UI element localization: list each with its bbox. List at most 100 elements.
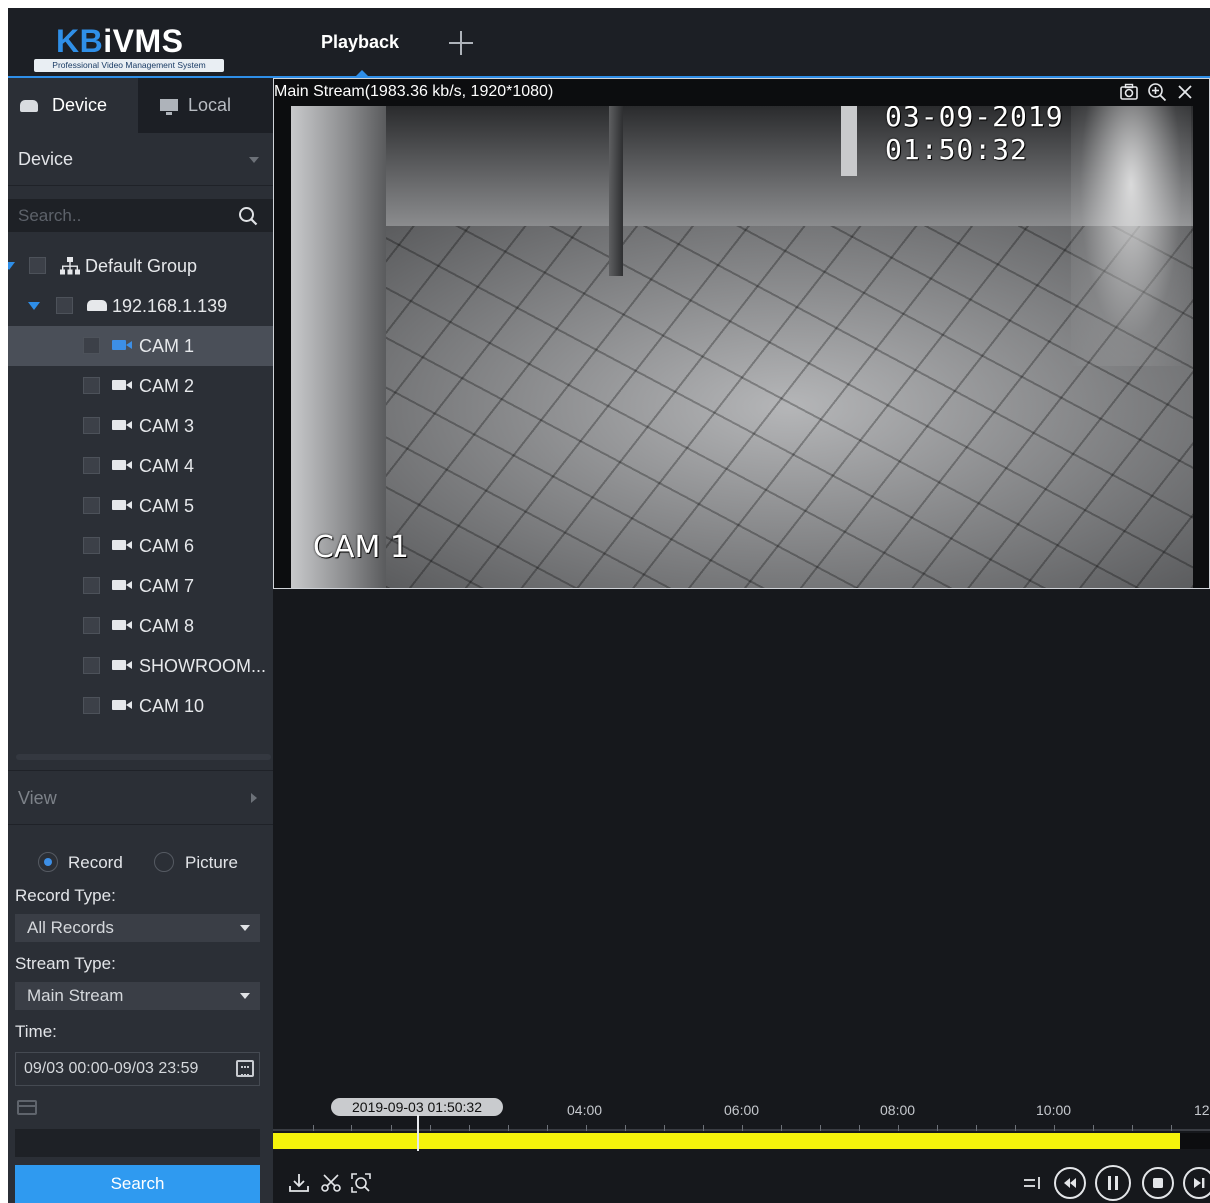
camera-icon (112, 420, 132, 430)
search-icon[interactable] (238, 206, 258, 226)
camera-icon (112, 380, 132, 390)
snapshot-icon[interactable] (1119, 82, 1139, 102)
search-box (8, 199, 273, 232)
timeline-minor-tick (1015, 1125, 1016, 1131)
record-type-dropdown[interactable]: All Records (15, 914, 260, 942)
checkbox[interactable] (83, 417, 100, 434)
stream-type-dropdown[interactable]: Main Stream (15, 982, 260, 1010)
card-icon[interactable] (17, 1100, 37, 1115)
pause-button[interactable] (1095, 1165, 1131, 1201)
close-icon[interactable] (1175, 82, 1195, 102)
tree-camera-row[interactable]: SHOWROOM... (8, 646, 273, 686)
timeline-tick-label: 04:00 (567, 1102, 603, 1118)
search-button[interactable]: Search (15, 1165, 260, 1203)
radio-record[interactable] (38, 852, 58, 872)
view-section-header[interactable]: View (8, 770, 273, 825)
camera-label: CAM 1 (139, 336, 195, 356)
timeline-minor-tick (781, 1125, 782, 1131)
camera-icon (112, 660, 132, 670)
timeline-minor-tick (820, 1125, 821, 1131)
checkbox[interactable] (83, 377, 100, 394)
radio-picture-label: Picture (185, 853, 238, 872)
timeline-minor-tick (1132, 1125, 1133, 1131)
record-type-label: Record Type: (15, 886, 116, 905)
tree-camera-row[interactable]: CAM 5 (8, 486, 273, 526)
checkbox[interactable] (83, 577, 100, 594)
checkbox[interactable] (83, 537, 100, 554)
tree-camera-row[interactable]: CAM 6 (8, 526, 273, 566)
tab-local-label: Local (188, 95, 232, 115)
tree-camera-row[interactable]: CAM 2 (8, 366, 273, 406)
checkbox[interactable] (83, 657, 100, 674)
expand-arrow-icon[interactable] (8, 262, 15, 270)
card-input[interactable] (15, 1129, 260, 1157)
next-frame-button[interactable] (1183, 1167, 1210, 1199)
timeline-tick-label: 10:00 (1036, 1102, 1072, 1118)
tree-scrollbar[interactable] (16, 754, 271, 760)
clip-icon[interactable] (319, 1171, 343, 1195)
checkbox[interactable] (83, 617, 100, 634)
tree-camera-row[interactable]: CAM 1 (8, 326, 273, 366)
checkbox[interactable] (29, 257, 46, 274)
tree-device-row[interactable]: 192.168.1.139 (8, 286, 273, 326)
time-range-field[interactable]: 09/03 00:00-09/03 23:59 (15, 1052, 260, 1086)
timeline[interactable]: 2019-09-03 01:50:32 04:00 06:00 08:00 10… (273, 1093, 1210, 1153)
search-input[interactable] (8, 199, 233, 232)
tree-camera-row[interactable]: CAM 3 (8, 406, 273, 446)
camera-label: CAM 4 (139, 456, 195, 476)
timeline-tick-label: 12 (1194, 1102, 1210, 1118)
camera-icon (112, 340, 132, 350)
sync-icon[interactable] (1021, 1171, 1045, 1195)
tree-camera-row[interactable]: CAM 4 (8, 446, 273, 486)
download-icon[interactable] (287, 1171, 311, 1195)
pane-toolbar (1119, 82, 1199, 102)
video-pane[interactable]: Main Stream(1983.36 kb/s, 1920*1080) 03-… (273, 78, 1210, 589)
tab-playback[interactable]: Playback (298, 8, 422, 76)
tab-local[interactable]: Local (138, 78, 273, 133)
timeline-playhead[interactable] (417, 1115, 419, 1151)
checkbox[interactable] (83, 457, 100, 474)
rewind-button[interactable] (1054, 1167, 1086, 1199)
left-panel: Device Local Device Search.. Default Gro… (8, 78, 273, 1203)
camera-label: CAM 2 (139, 376, 195, 396)
video-frame[interactable]: 03-09-2019 01:50:32 CAM 1 (291, 106, 1193, 588)
timeline-tick-label: 06:00 (724, 1102, 760, 1118)
timeline-current-time: 2019-09-03 01:50:32 (331, 1098, 503, 1116)
chevron-down-icon (249, 157, 259, 163)
camera-icon (112, 460, 132, 470)
timeline-record-bar[interactable] (273, 1133, 1180, 1149)
timeline-minor-tick (625, 1125, 626, 1131)
calendar-icon[interactable] (236, 1060, 254, 1077)
radio-picture[interactable] (154, 852, 174, 872)
timeline-minor-tick (937, 1125, 938, 1131)
timeline-minor-tick (547, 1125, 548, 1131)
zoom-in-icon[interactable] (1147, 82, 1167, 102)
tab-device[interactable]: Device (8, 78, 138, 133)
chevron-down-icon (240, 925, 250, 931)
expand-arrow-icon[interactable] (28, 302, 40, 310)
tree-camera-row[interactable]: CAM 7 (8, 566, 273, 606)
plus-icon[interactable] (446, 28, 476, 58)
checkbox[interactable] (83, 337, 100, 354)
timeline-minor-tick (508, 1125, 509, 1131)
time-range-value: 09/03 00:00-09/03 23:59 (24, 1060, 199, 1077)
camera-icon (112, 700, 132, 710)
timeline-empty-segment (1180, 1133, 1210, 1149)
timeline-minor-tick (976, 1125, 977, 1131)
camera-icon (112, 540, 132, 550)
checkbox[interactable] (83, 497, 100, 514)
checkbox[interactable] (83, 697, 100, 714)
step-forward-icon (1194, 1178, 1205, 1188)
smart-search-icon[interactable] (349, 1171, 373, 1195)
timeline-minor-tick (664, 1125, 665, 1131)
tree-camera-row[interactable]: CAM 10 (8, 686, 273, 726)
camera-label: CAM 10 (139, 696, 205, 716)
checkbox[interactable] (56, 297, 73, 314)
logo-brand-kb: KB (56, 23, 104, 59)
osd-camera-name: CAM 1 (313, 530, 409, 565)
timeline-minor-tick (703, 1125, 704, 1131)
stop-button[interactable] (1142, 1167, 1174, 1199)
tree-camera-row[interactable]: CAM 8 (8, 606, 273, 646)
tree-group-row[interactable]: Default Group (8, 246, 273, 286)
device-dropdown[interactable]: Device (8, 133, 273, 186)
